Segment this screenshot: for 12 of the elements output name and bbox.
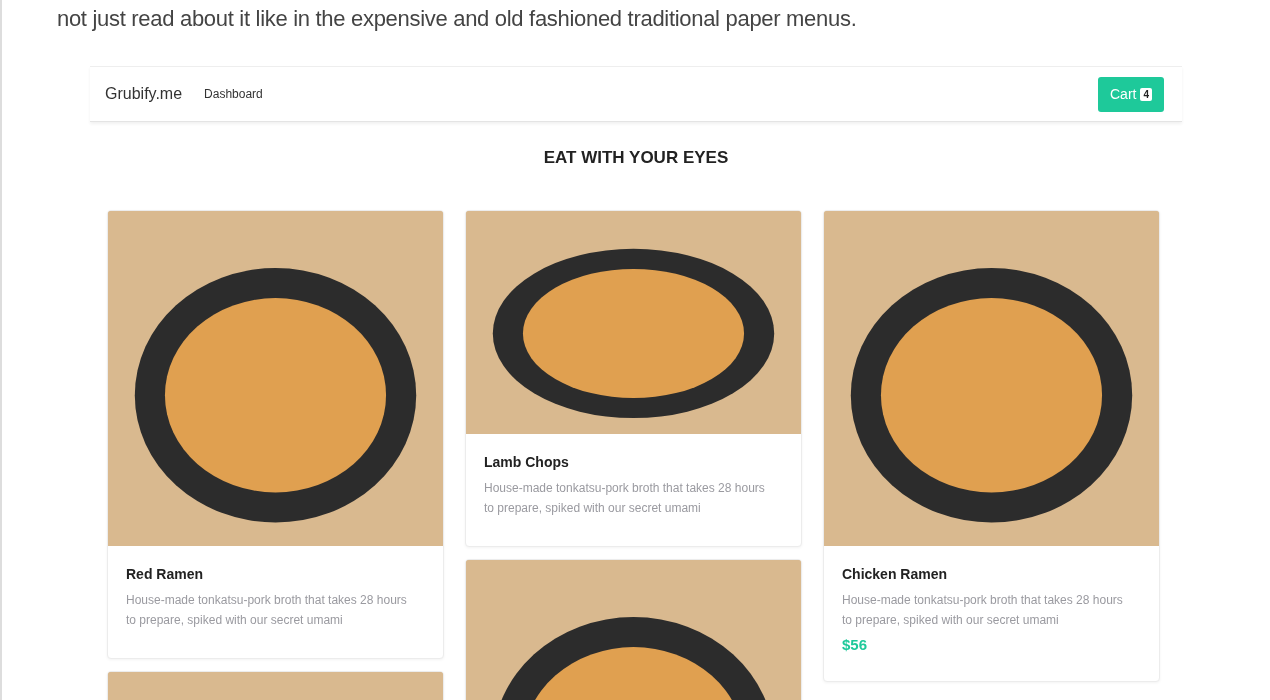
dish-description: House-made tonkatsu-pork broth that takes 28 hours to prepare, spiked with our secret umami: [484, 479, 766, 517]
cart-button[interactable]: Cart 4: [1098, 76, 1164, 112]
dish-description: House-made tonkatsu-pork broth that takes 28 hours to prepare, spiked with our secret umami: [126, 592, 408, 629]
section-heading: EAT WITH YOUR EYES: [542, 148, 730, 168]
dish-price: $56: [842, 636, 869, 653]
dish-description: House-made tonkatsu-pork broth that takes 28 hours to prepare, spiked with our secret umami: [842, 592, 1124, 629]
intro-text: not just read about it like in the expensive and old fashioned traditional paper menus.: [56, 5, 858, 33]
dish-title: Lamb Chops: [484, 453, 570, 470]
dish-title: Red Ramen: [126, 566, 205, 582]
dish-title: Chicken Ramen: [842, 566, 949, 582]
nav-link[interactable]: Dashboard: [204, 87, 263, 101]
brand-logo[interactable]: Grubify.me: [105, 85, 183, 103]
